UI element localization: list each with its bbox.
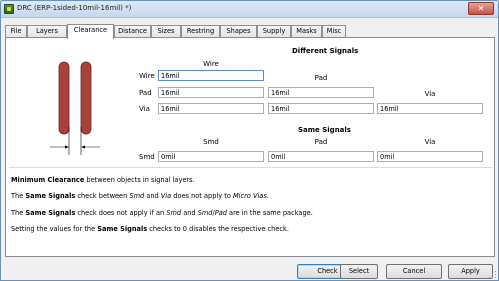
drc-dialog: DRC (ERP-1sided-10mil-16mil) *) ✕ File L… <box>0 0 499 281</box>
tab-clearance[interactable]: Clearance <box>67 24 114 39</box>
apply-button[interactable]: Apply <box>448 264 493 279</box>
different-signals-title: Different Signals <box>292 47 359 55</box>
row-label-smd: Smd <box>139 153 155 161</box>
arrowhead-right <box>81 145 85 149</box>
cancel-button[interactable]: Cancel <box>386 264 442 279</box>
col-label-same-via: Via <box>424 138 436 146</box>
tab-bar: File Layers Clearance Distance Sizes Res… <box>5 24 346 39</box>
col-label-same-pad: Pad <box>314 138 328 146</box>
window-title: DRC (ERP-1sided-10mil-16mil) *) <box>17 4 132 12</box>
col-label-wire: Wire <box>203 60 219 68</box>
col-label-via: Via <box>424 90 436 98</box>
info-line-micro-vias: The Same Signals check between Smd and V… <box>11 192 269 200</box>
smd-smd-clearance-input[interactable] <box>158 151 264 162</box>
row-label-wire: Wire <box>139 72 155 80</box>
via-pad-clearance-input[interactable] <box>268 103 374 114</box>
clearance-illustration <box>50 61 100 155</box>
smd-via-clearance-input[interactable] <box>377 151 483 162</box>
arrowhead-left <box>65 145 69 149</box>
title-bar[interactable]: DRC (ERP-1sided-10mil-16mil) *) ✕ <box>1 1 498 18</box>
info-line-same-package: The Same Signals check does not apply if… <box>11 209 313 217</box>
info-line-minimum-clearance: Minimum Clearance between objects in sig… <box>11 176 195 184</box>
row-label-pad: Pad <box>139 89 152 97</box>
info-line-zero-disables: Setting the values for the Same Signals … <box>11 225 289 233</box>
row-label-via: Via <box>139 105 150 113</box>
smd-pad-clearance-input[interactable] <box>268 151 374 162</box>
close-button[interactable]: ✕ <box>468 2 494 15</box>
resize-grip-icon[interactable] <box>489 271 497 279</box>
info-separator <box>9 167 492 168</box>
via-wire-clearance-input[interactable] <box>158 103 264 114</box>
same-signals-title: Same Signals <box>298 126 351 134</box>
select-button[interactable]: Select <box>340 264 378 279</box>
pad-pad-clearance-input[interactable] <box>268 87 374 98</box>
eagle-app-icon <box>4 4 14 14</box>
left-trace <box>58 61 70 135</box>
col-label-smd: Smd <box>203 138 219 146</box>
wire-wire-clearance-input[interactable] <box>158 70 264 81</box>
col-label-pad: Pad <box>314 74 328 82</box>
via-via-clearance-input[interactable] <box>377 103 483 114</box>
right-trace <box>80 61 92 135</box>
pad-wire-clearance-input[interactable] <box>158 87 264 98</box>
